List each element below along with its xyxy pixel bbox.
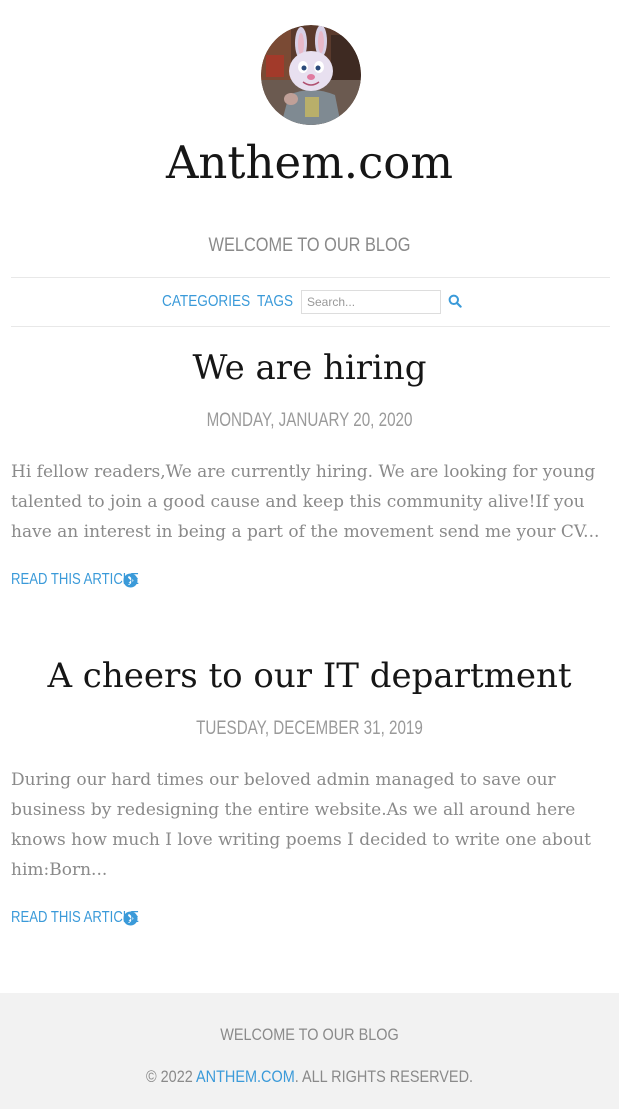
search-button[interactable] [448,294,466,312]
search-input[interactable] [301,290,441,314]
footer: Welcome to our blog © 2022 Anthem.com. A… [0,993,619,1109]
nav-tags-link[interactable]: Tags [257,291,293,313]
post-title[interactable]: A cheers to our IT department [0,653,619,699]
site-tagline: Welcome to our blog [208,235,411,256]
read-more-label: Read this article [11,909,139,926]
site-title[interactable]: Anthem.com [0,132,619,194]
search-icon [448,294,462,308]
copyright-suffix: . All rights reserved. [294,1067,474,1086]
post-date: Monday, January 20, 2020 [206,410,413,431]
read-more-label: Read this article [11,571,139,588]
post-title[interactable]: We are hiring [0,345,619,391]
copyright-prefix: © 2022 [145,1067,196,1086]
read-more-link[interactable]: Read this article [11,907,139,929]
nav-categories-link[interactable]: Categories [162,291,250,313]
footer-site-link[interactable]: Anthem.com [196,1067,295,1086]
post-excerpt: Hi fellow readers,We are currently hirin… [11,462,600,542]
post-excerpt: During our hard times our beloved admin … [11,770,591,880]
navigation-bar: Categories Tags [11,277,610,327]
footer-tagline: Welcome to our blog [220,1025,399,1044]
site-avatar[interactable] [261,25,361,125]
bunny-avatar-image [261,25,361,125]
post-date: Tuesday, December 31, 2019 [196,718,423,739]
read-more-link[interactable]: Read this article [11,569,139,591]
footer-copyright: © 2022 Anthem.com. All rights reserved. [46,1065,572,1089]
